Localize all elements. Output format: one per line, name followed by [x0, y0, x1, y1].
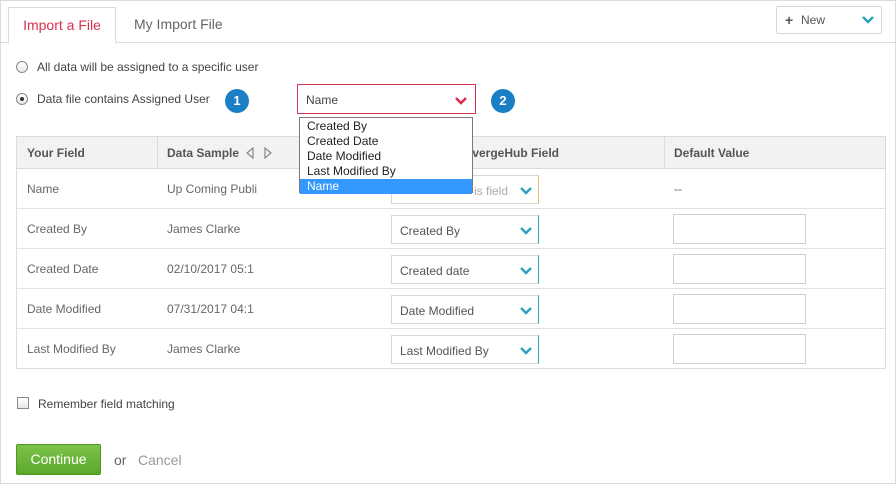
new-dropdown-button[interactable]: + New [776, 6, 882, 34]
radio-specific-user[interactable] [16, 61, 28, 73]
plus-icon: + [785, 12, 794, 28]
chevron-down-icon [520, 305, 532, 319]
field-mapping-select-value: Created By [400, 224, 461, 238]
row-field-name: Created By [27, 222, 88, 236]
dropdown-option-last-modified-by[interactable]: Last Modified By [300, 164, 472, 179]
row-data-sample: James Clarke [167, 342, 241, 356]
header-cloud-field: nvergeHub Field [465, 146, 560, 160]
field-mapping-select-value: is field [474, 184, 509, 198]
or-text: or [114, 452, 127, 468]
remember-field-matching-checkbox[interactable] [17, 397, 29, 409]
radio-specific-user-label: All data will be assigned to a specific … [37, 60, 259, 74]
field-mapping-select[interactable]: Last Modified By [391, 335, 539, 364]
field-mapping-select-value: Date Modified [400, 304, 475, 318]
tab-my-import-file[interactable]: My Import File [120, 7, 237, 44]
sort-arrows-icon[interactable] [246, 146, 272, 162]
default-value-input[interactable] [673, 254, 806, 284]
chevron-down-icon [520, 185, 532, 199]
dropdown-option-created-by[interactable]: Created By [300, 119, 472, 134]
table-row: Date Modified 07/31/2017 04:1 Date Modif… [17, 289, 885, 329]
default-value-input[interactable] [673, 294, 806, 324]
table-row: Created Date 02/10/2017 05:1 Created dat… [17, 249, 885, 289]
remember-field-matching-label: Remember field matching [38, 397, 175, 411]
dropdown-option-created-date[interactable]: Created Date [300, 134, 472, 149]
row-field-name: Name [27, 182, 60, 196]
row-data-sample: 02/10/2017 05:1 [167, 262, 254, 276]
row-field-name: Last Modified By [27, 342, 116, 356]
chevron-down-icon [520, 265, 532, 279]
default-value-input[interactable] [673, 334, 806, 364]
default-value-input[interactable] [673, 214, 806, 244]
dropdown-option-date-modified[interactable]: Date Modified [300, 149, 472, 164]
chevron-down-icon [520, 345, 532, 359]
assigned-user-select[interactable]: Name [297, 84, 476, 114]
step-badge-2: 2 [491, 89, 515, 113]
field-mapping-select[interactable]: Created date [391, 255, 539, 284]
tab-bar: Import a File My Import File + New [0, 0, 896, 44]
field-mapping-select-value: Created date [400, 264, 470, 278]
radio-data-file[interactable] [16, 93, 28, 105]
row-field-name: Date Modified [27, 302, 102, 316]
row-data-sample: 07/31/2017 04:1 [167, 302, 254, 316]
assigned-user-dropdown-list: Created By Created Date Date Modified La… [299, 117, 473, 194]
tab-import-a-file[interactable]: Import a File [8, 7, 116, 44]
cancel-link[interactable]: Cancel [138, 452, 182, 468]
step-badge-1: 1 [225, 89, 249, 113]
assigned-user-select-value: Name [306, 93, 339, 107]
row-data-sample: James Clarke [167, 222, 241, 236]
header-default-value: Default Value [674, 146, 750, 160]
table-row: Last Modified By James Clarke Last Modif… [17, 329, 885, 369]
field-mapping-select-value: Last Modified By [400, 344, 489, 358]
radio-data-file-label: Data file contains Assigned User [37, 92, 210, 106]
chevron-down-icon [520, 225, 532, 239]
row-field-name: Created Date [27, 262, 99, 276]
chevron-down-icon [861, 13, 875, 30]
row-data-sample: Up Coming Publi [167, 182, 258, 196]
field-mapping-select[interactable]: Date Modified [391, 295, 539, 324]
row-default-value: -- [674, 182, 682, 196]
header-your-field: Your Field [27, 146, 85, 160]
table-row: Created By James Clarke Created By [17, 209, 885, 249]
chevron-down-icon [455, 95, 467, 109]
new-button-label: New [801, 13, 826, 27]
continue-button[interactable]: Continue [16, 444, 101, 475]
dropdown-option-name[interactable]: Name [300, 179, 472, 194]
field-mapping-select[interactable]: Created By [391, 215, 539, 244]
